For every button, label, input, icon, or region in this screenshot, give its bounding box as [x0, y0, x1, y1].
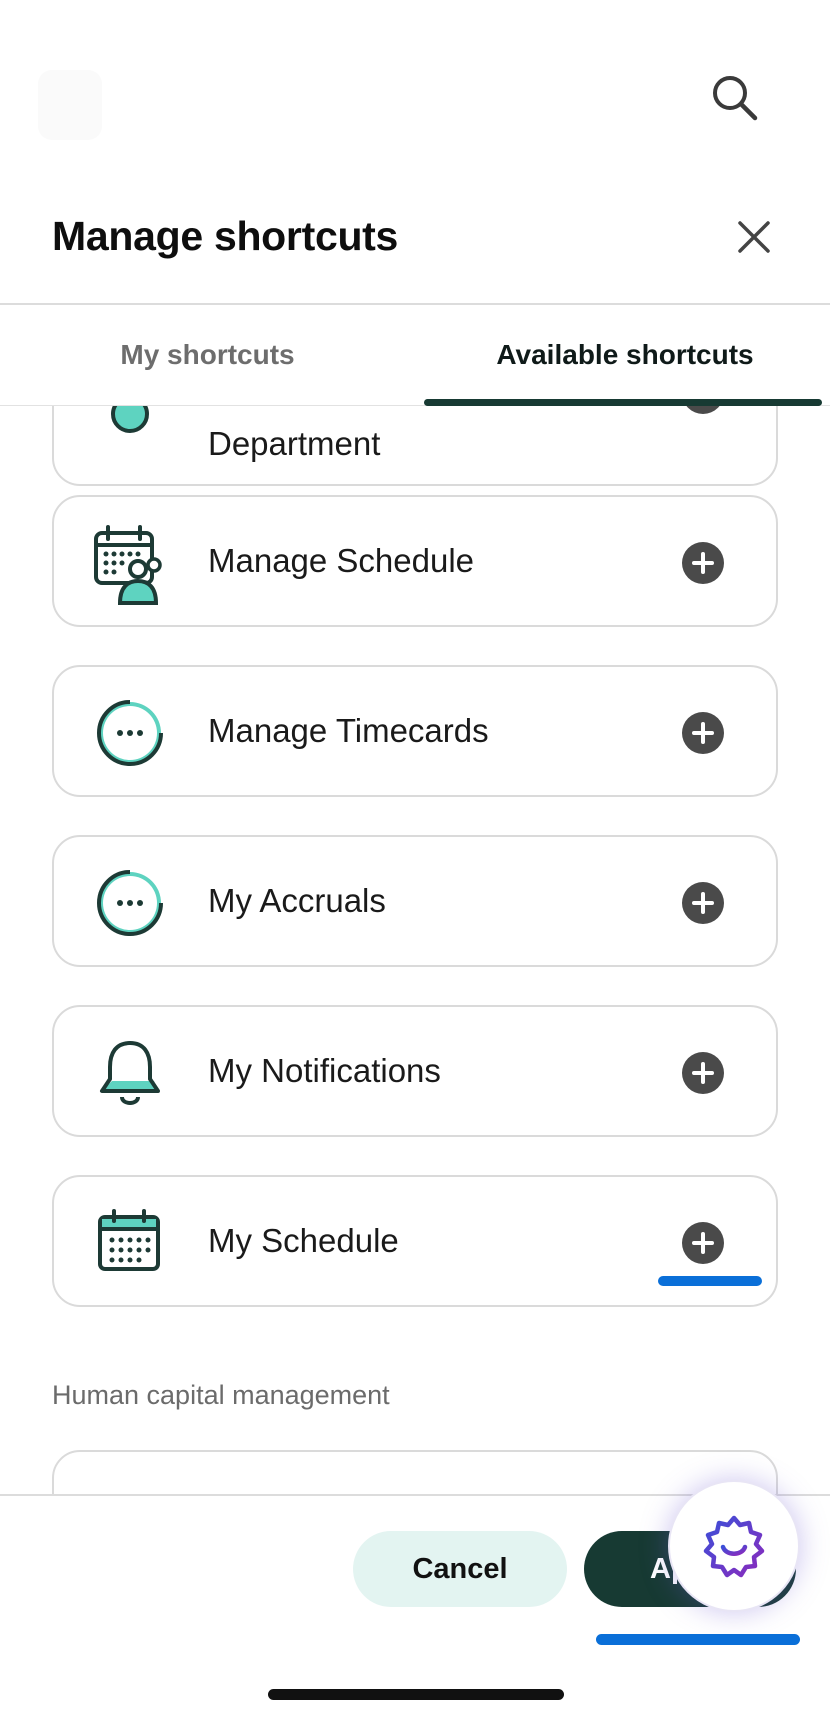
calendar-icon	[92, 1205, 168, 1281]
page-title: Manage shortcuts	[52, 213, 399, 259]
top-app-bar	[0, 0, 830, 195]
schedule-team-icon	[92, 525, 168, 605]
bell-icon	[92, 1035, 168, 1111]
shortcut-label: My Schedule	[208, 1222, 399, 1259]
tab-available-shortcuts[interactable]: Available shortcuts	[425, 305, 825, 405]
focus-indicator	[658, 1276, 762, 1286]
shortcut-label: Department	[208, 425, 381, 462]
home-indicator	[268, 1689, 564, 1700]
close-icon	[738, 221, 770, 253]
shortcut-card-department[interactable]: Department	[52, 406, 778, 486]
close-button[interactable]	[732, 215, 776, 259]
tab-my-shortcuts[interactable]: My shortcuts	[0, 305, 415, 405]
shortcut-card-my-schedule[interactable]: My Schedule	[52, 1175, 778, 1307]
add-shortcut-button[interactable]	[682, 1052, 724, 1094]
section-header: Human capital management	[52, 1380, 390, 1410]
shortcut-label: My Accruals	[208, 882, 386, 919]
add-shortcut-button[interactable]	[682, 1222, 724, 1264]
shortcut-card-my-notifications[interactable]: My Notifications	[52, 1005, 778, 1137]
shortcut-label: Manage Timecards	[208, 712, 489, 749]
department-icon	[92, 406, 168, 452]
add-shortcut-button[interactable]	[682, 882, 724, 924]
more-circle-icon	[92, 865, 168, 941]
focus-indicator	[596, 1634, 800, 1645]
shortcut-card-my-accruals[interactable]: My Accruals	[52, 835, 778, 967]
tab-bar: My shortcuts Available shortcuts	[0, 305, 830, 406]
shortcut-card[interactable]	[52, 1450, 778, 1494]
shortcut-list[interactable]: Department Manage Schedule Manage Timeca…	[0, 406, 830, 1494]
sheet-header: Manage shortcuts	[0, 195, 830, 305]
app-logo	[38, 70, 102, 140]
shortcut-label: Manage Schedule	[208, 542, 475, 579]
shortcut-card-manage-schedule[interactable]: Manage Schedule	[52, 495, 778, 627]
add-shortcut-button[interactable]	[682, 542, 724, 584]
add-shortcut-button[interactable]	[682, 712, 724, 754]
shortcut-card-manage-timecards[interactable]: Manage Timecards	[52, 665, 778, 797]
search-icon	[713, 76, 758, 121]
add-shortcut-button[interactable]	[682, 406, 724, 414]
more-circle-icon	[92, 695, 168, 771]
assistant-badge-icon	[703, 1515, 765, 1578]
search-button[interactable]	[705, 68, 765, 128]
cancel-button[interactable]: Cancel	[353, 1531, 567, 1607]
footer-bar: Cancel Ap	[0, 1480, 830, 1714]
shortcut-label: My Notifications	[208, 1052, 441, 1089]
assistant-button[interactable]	[668, 1480, 800, 1612]
selected-tab-indicator	[424, 399, 822, 406]
